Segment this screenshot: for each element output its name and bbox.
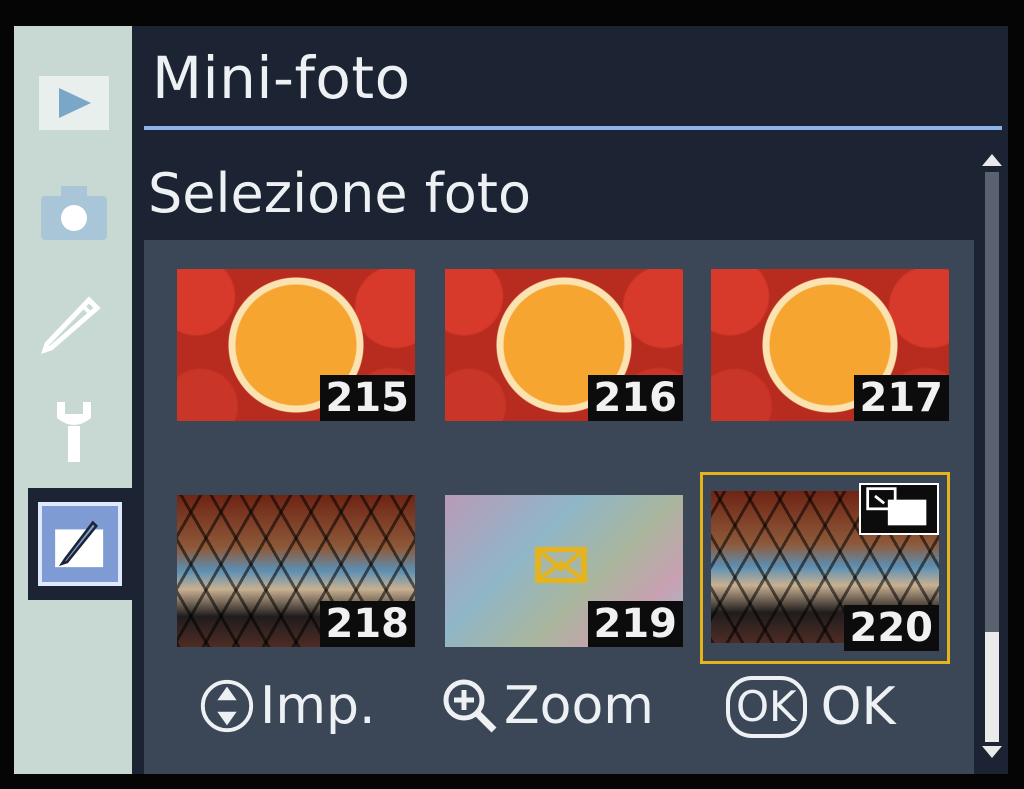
zoom-hint: Zoom <box>440 676 654 736</box>
set-label: Imp. <box>260 676 376 736</box>
frame-number: 219 <box>587 601 683 647</box>
page-subtitle: Selezione foto <box>148 162 531 225</box>
thumbnail-219[interactable]: 219 <box>442 492 686 650</box>
playback-tab[interactable] <box>32 56 116 146</box>
camera-icon <box>41 186 107 240</box>
zoom-label: Zoom <box>504 676 654 736</box>
frame-number: 217 <box>853 375 949 421</box>
thumbnail-215[interactable]: 215 <box>174 266 418 424</box>
zoom-in-icon <box>443 679 497 733</box>
thumbnail-216[interactable]: 216 <box>442 266 686 424</box>
pencil-icon <box>41 296 101 354</box>
frame-number: 220 <box>843 605 939 651</box>
thumbnail-218[interactable]: 218 <box>174 492 418 650</box>
ok-button-icon: OK <box>726 676 807 738</box>
ok-hint: OK OK <box>726 676 896 738</box>
ok-label: OK <box>820 677 896 737</box>
setup-tab[interactable] <box>32 386 116 476</box>
custom-settings-tab[interactable] <box>32 276 116 366</box>
resize-copy-icon <box>859 483 939 535</box>
retouch-brush-icon <box>55 520 104 568</box>
thumbnail-217[interactable]: 217 <box>708 266 952 424</box>
multi-selector-icon <box>200 679 254 733</box>
title-divider <box>144 126 1002 130</box>
retouch-tab-highlight <box>38 502 122 586</box>
footer-hints: Imp. Zoom OK OK <box>144 670 974 764</box>
scroll-thumb[interactable] <box>985 632 999 742</box>
scrollbar[interactable] <box>980 152 1004 758</box>
frame-number: 218 <box>319 601 415 647</box>
frame-number: 216 <box>587 375 683 421</box>
play-icon <box>39 76 109 130</box>
wrench-icon <box>57 402 91 462</box>
envelope-icon <box>535 547 587 583</box>
frame-number: 215 <box>319 375 415 421</box>
menu-sidebar <box>14 26 132 774</box>
camera-menu-screen: Mini-foto Selezione foto 215 216 217 218 <box>14 26 1008 774</box>
shooting-tab[interactable] <box>32 166 116 256</box>
set-hint: Imp. <box>198 676 376 736</box>
retouch-tab[interactable] <box>28 488 132 600</box>
scroll-down-arrow-icon <box>982 746 1002 758</box>
scroll-up-arrow-icon <box>982 154 1002 166</box>
page-title: Mini-foto <box>152 44 411 112</box>
thumbnail-220[interactable]: 220 <box>700 472 950 664</box>
